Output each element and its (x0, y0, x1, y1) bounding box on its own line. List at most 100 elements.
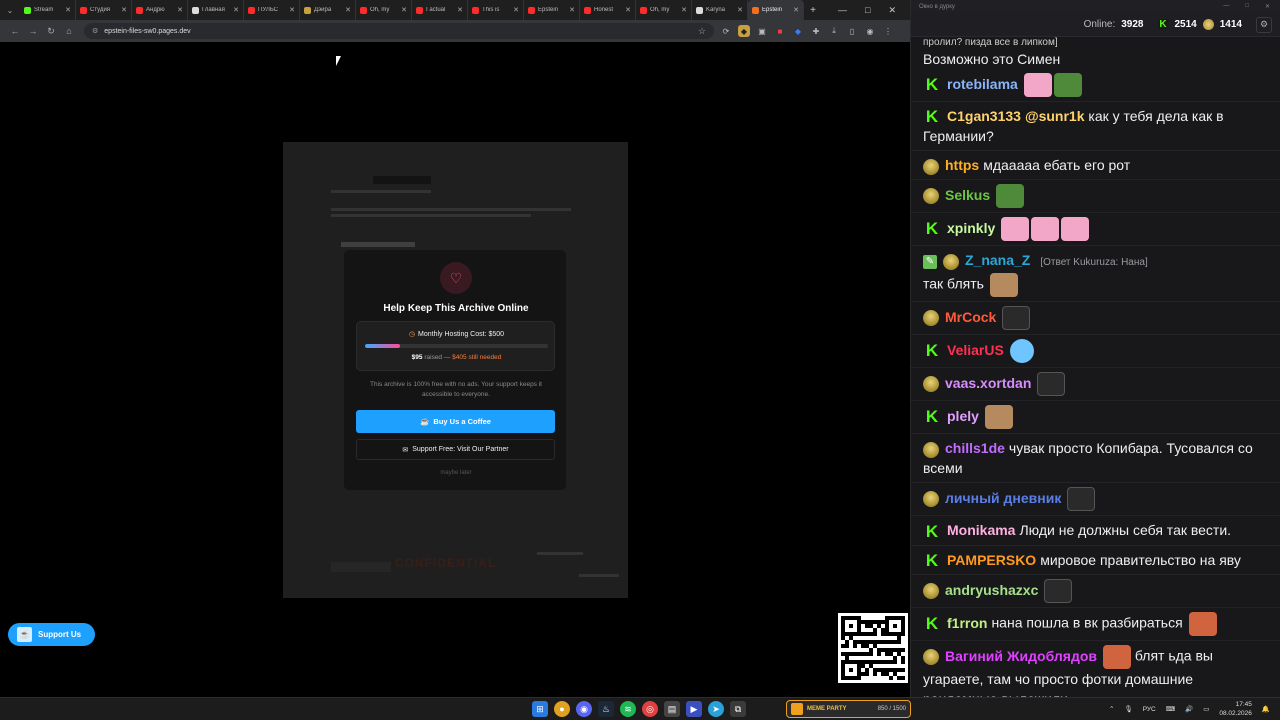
extension-icon[interactable]: ▣ (756, 25, 768, 37)
chat-username[interactable]: f1rron (947, 615, 987, 631)
browser-tab[interactable]: Oh, my ✕ (356, 0, 412, 20)
close-icon[interactable]: ✕ (1265, 3, 1270, 10)
microphone-icon[interactable]: 🎙 (1124, 705, 1132, 713)
tab-close-icon[interactable]: ✕ (625, 6, 631, 14)
extensions-puzzle-icon[interactable]: ✚ (810, 25, 822, 37)
tab-close-icon[interactable]: ✕ (289, 6, 295, 14)
browser-tab[interactable]: This is ✕ (468, 0, 524, 20)
browser-tab[interactable]: I actual ✕ (412, 0, 468, 20)
maximize-icon[interactable]: □ (1245, 3, 1249, 10)
tab-close-icon[interactable]: ✕ (569, 6, 575, 14)
browser-tab[interactable]: Epstein ✕ (524, 0, 580, 20)
extension-icon[interactable]: ■ (774, 25, 786, 37)
site-info-icon[interactable]: ⚙ (92, 27, 98, 35)
sidebar-icon[interactable]: ▯ (846, 25, 858, 37)
app-icon[interactable]: ▶ (686, 701, 702, 717)
chat-username[interactable]: plely (947, 408, 979, 424)
chat-username[interactable]: VeliarUS (947, 342, 1004, 358)
network-icon[interactable]: ⌨ (1166, 705, 1175, 713)
chat-username[interactable]: Selkus (945, 187, 990, 203)
spotify-icon[interactable]: ≋ (620, 701, 636, 717)
browser-tab[interactable]: ПУЛЬС ✕ (244, 0, 300, 20)
tab-close-icon[interactable]: ✕ (177, 6, 183, 14)
tab-close-icon[interactable]: ✕ (65, 6, 71, 14)
new-tab-button[interactable]: + (804, 5, 822, 16)
browser-tab[interactable]: Epstein ✕ (748, 0, 804, 20)
reload-icon[interactable]: ↻ (42, 26, 60, 37)
tab-close-icon[interactable]: ✕ (401, 6, 407, 14)
chrome-icon[interactable]: ● (554, 701, 570, 717)
buy-coffee-button[interactable]: ☕ Buy Us a Coffee (356, 410, 555, 433)
coffee-cup-icon: ☕ (17, 627, 32, 642)
notification-icon[interactable]: 🔔 (1262, 705, 1270, 713)
minimize-icon[interactable]: — (838, 5, 847, 16)
mention[interactable]: @sunr1k (1025, 108, 1085, 124)
chat-username[interactable]: chills1de (945, 440, 1005, 456)
volume-icon[interactable]: 🔊 (1185, 705, 1193, 713)
browser-tab[interactable]: Главная ✕ (188, 0, 244, 20)
steam-icon[interactable]: ♨ (598, 701, 614, 717)
app-icon[interactable]: ⧉ (730, 701, 746, 717)
maximize-icon[interactable]: □ (865, 5, 870, 16)
telegram-icon[interactable]: ➤ (708, 701, 724, 717)
address-bar[interactable]: ⚙ epstein-files-sw0.pages.dev ☆ (84, 23, 714, 39)
tab-close-icon[interactable]: ✕ (793, 6, 799, 14)
browser-tab[interactable]: Stream ✕ (20, 0, 76, 20)
bookmark-star-icon[interactable]: ☆ (698, 26, 706, 37)
browser-tab[interactable]: Дэйра ✕ (300, 0, 356, 20)
maybe-later-link[interactable]: maybe later (344, 470, 568, 476)
chat-username[interactable]: andryushazxc (945, 582, 1038, 598)
download-icon[interactable]: ⤓ (828, 25, 840, 37)
chat-username[interactable]: C1gan3133 (947, 108, 1021, 124)
app-icon[interactable]: ▤ (664, 701, 680, 717)
buy-coffee-label: Buy Us a Coffee (433, 417, 491, 426)
app-icon[interactable]: ◎ (642, 701, 658, 717)
support-us-button[interactable]: ☕ Support Us (8, 623, 95, 646)
visit-partner-button[interactable]: ✉ Support Free: Visit Our Partner (356, 439, 555, 460)
back-icon[interactable]: ← (6, 26, 24, 36)
tab-close-icon[interactable]: ✕ (233, 6, 239, 14)
tab-close-icon[interactable]: ✕ (681, 6, 687, 14)
tray-chevron-icon[interactable]: ⌃ (1109, 705, 1114, 713)
menu-icon[interactable]: ⋮ (882, 25, 894, 37)
tab-favicon-icon (192, 6, 199, 14)
chat-username[interactable]: PAMPERSKO (947, 552, 1036, 568)
extension-icon[interactable]: ◆ (738, 25, 750, 37)
gear-icon[interactable]: ⚙ (1256, 16, 1272, 33)
forward-icon[interactable]: → (24, 26, 42, 36)
extension-icon[interactable]: ⟳ (720, 25, 732, 37)
chat-username[interactable]: xpinkly (947, 220, 995, 236)
chat-username[interactable]: rotebilama (947, 76, 1018, 92)
chat-username[interactable]: vaas.xortdan (945, 375, 1031, 391)
extension-icon[interactable]: ◆ (792, 25, 804, 37)
discord-icon[interactable]: ◉ (576, 701, 592, 717)
chat-username[interactable]: MrCock (945, 309, 996, 325)
tab-close-icon[interactable]: ✕ (345, 6, 351, 14)
battery-icon[interactable]: ▭ (1203, 705, 1209, 713)
language-indicator[interactable]: РУС (1143, 706, 1156, 713)
tab-close-icon[interactable]: ✕ (457, 6, 463, 14)
tab-close-icon[interactable]: ✕ (513, 6, 519, 14)
chat-message: MrCock (911, 302, 1280, 336)
chat-username[interactable]: личный дневник (945, 490, 1061, 506)
start-icon[interactable]: ⊞ (532, 701, 548, 717)
clock[interactable]: 17:45 08.02.2026 (1219, 700, 1252, 718)
chat-message-list[interactable]: пролил? пизда все в липком] Возможно это … (911, 37, 1280, 697)
profile-icon[interactable]: ◉ (864, 25, 876, 37)
chat-username[interactable]: https (945, 157, 979, 173)
chat-username[interactable]: Z_nana_Z (965, 252, 1030, 268)
meme-party-widget[interactable]: MEME PARTY 850 / 1500 (786, 700, 911, 718)
chat-username[interactable]: Monikama (947, 522, 1015, 538)
close-icon[interactable]: ✕ (888, 5, 896, 16)
browser-tab[interactable]: Honest ✕ (580, 0, 636, 20)
browser-tab[interactable]: Андрю ✕ (132, 0, 188, 20)
browser-tab[interactable]: Студия ✕ (76, 0, 132, 20)
home-icon[interactable]: ⌂ (60, 26, 78, 36)
chat-username[interactable]: Вагиний Жидоблядов (945, 648, 1097, 664)
tab-close-icon[interactable]: ✕ (737, 6, 743, 14)
minimize-icon[interactable]: — (1223, 3, 1229, 10)
browser-tab[interactable]: Oh, my ✕ (636, 0, 692, 20)
browser-tab[interactable]: Karyna ✕ (692, 0, 748, 20)
tab-close-icon[interactable]: ✕ (121, 6, 127, 14)
tab-search-icon[interactable]: ⌄ (0, 0, 20, 20)
